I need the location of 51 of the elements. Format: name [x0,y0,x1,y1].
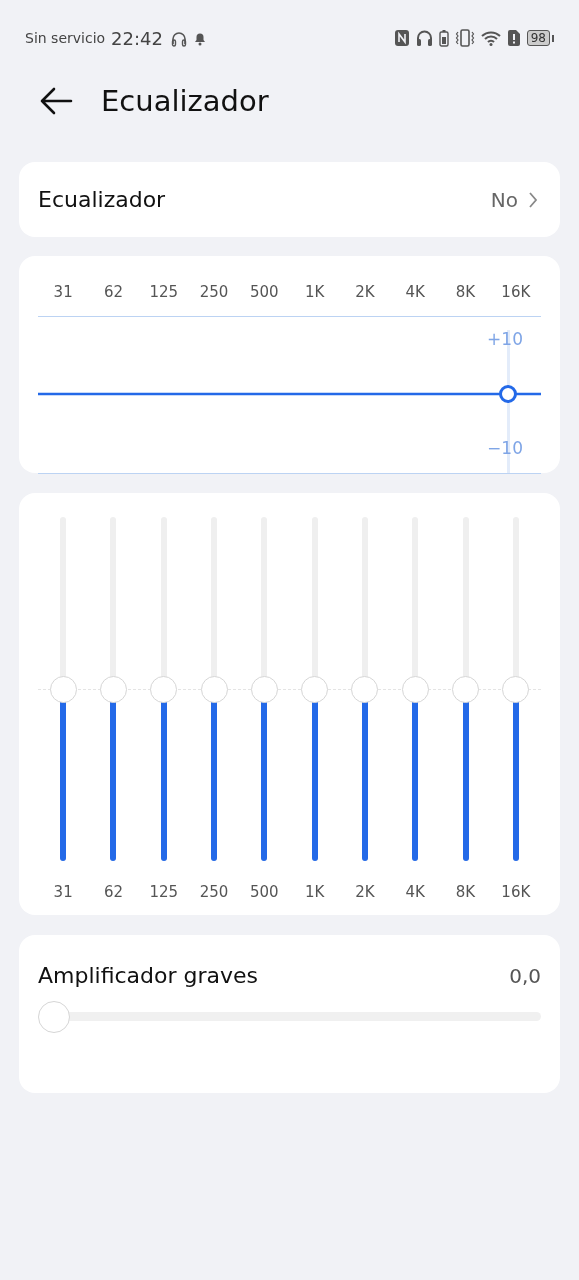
bass-boost-label: Amplificador graves [38,963,259,988]
slider-thumb[interactable] [452,675,479,703]
frequency-label: 2K [355,883,375,901]
frequency-label: 4K [404,283,426,301]
curve-point[interactable] [499,385,517,403]
wifi-icon [480,30,501,46]
slider-thumb[interactable] [38,1000,70,1033]
slider-thumb[interactable] [99,675,127,703]
gain-label: −10 [487,438,523,458]
slider-thumb[interactable] [250,675,278,703]
clock: 22:42 [111,27,163,49]
nfc-icon [393,29,410,47]
frequency-label: 8K [455,883,476,901]
frequency-label: 500 [249,283,280,301]
frequency-label: 31 [53,883,73,901]
slider-thumb[interactable] [301,675,329,703]
slider-thumb[interactable] [351,675,379,703]
frequency-label: 16K [500,283,532,301]
equalizer-setting-row[interactable]: Ecualizador No [19,162,560,237]
chevron-right-icon [528,190,538,209]
vibrate-icon [454,29,475,47]
frequency-label: 250 [199,883,229,901]
frequency-label: 125 [149,883,179,901]
slider-thumb[interactable] [502,675,530,703]
device-battery-icon [438,29,449,47]
headphones-icon [415,29,433,47]
frequency-label: 125 [148,283,180,301]
frequency-label: 250 [198,283,230,301]
slider-thumb[interactable] [150,675,178,703]
headphones-icon [170,29,187,47]
setting-label: Ecualizador [38,187,166,212]
frequency-label: 1K [304,883,325,901]
frequency-label: 62 [102,283,124,301]
page-title: Ecualizador [101,84,269,118]
slider-thumb[interactable] [200,675,228,703]
frequency-label: 2K [354,283,376,301]
gain-label: +10 [487,329,523,349]
slider-thumb[interactable] [49,675,77,703]
frequency-label: 8K [454,283,477,301]
bass-boost-slider[interactable] [38,1001,541,1032]
frequency-label: 4K [405,883,425,901]
frequency-label: 1K [303,283,326,301]
setting-value: No [490,187,518,212]
slider-thumb[interactable] [401,675,429,703]
frequency-label: 500 [250,883,279,901]
frequency-label: 62 [103,883,123,901]
frequency-label: 16K [501,883,531,901]
sim-alert-icon [506,29,521,47]
frequency-label: 31 [52,283,74,301]
bass-boost-value: 0,0 [509,963,541,988]
carrier-text: Sin servicio [25,30,106,46]
